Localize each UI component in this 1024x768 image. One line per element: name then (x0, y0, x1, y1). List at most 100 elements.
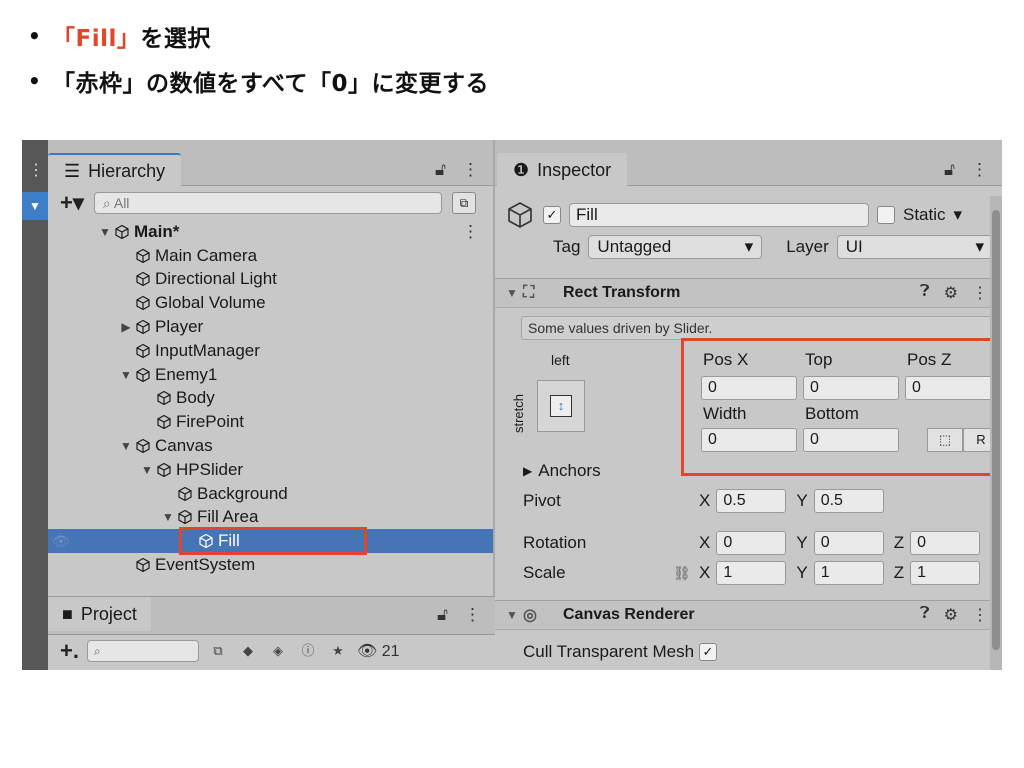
more-icon[interactable]: ⋮ (972, 605, 988, 625)
rotation-x-field[interactable]: 0 (716, 531, 787, 555)
help-icon[interactable]: ❓︎ (920, 605, 930, 625)
visibility-icon[interactable]: 👁︎ (52, 533, 70, 550)
hierarchy-item[interactable]: InputManager (48, 339, 493, 363)
gameobject-icon (156, 414, 172, 430)
inspector-scrollbar[interactable] (990, 196, 1002, 670)
lock-icon[interactable]: 🔓︎ (944, 160, 955, 180)
axis-y-label: Y (796, 533, 808, 552)
gameobject-icon (508, 202, 532, 228)
scale-y[interactable]: Y1 (796, 561, 884, 585)
add-button[interactable]: +. (60, 638, 79, 664)
more-icon[interactable]: ⋮ (972, 283, 988, 303)
layer-dropdown[interactable]: UI ▾ (836, 235, 993, 259)
axis-x-label: X (699, 533, 711, 552)
pivot-x-field[interactable]: 0.5 (716, 489, 787, 513)
search-filter-icon[interactable]: ⧉ (207, 640, 229, 662)
hierarchy-item[interactable]: 👁︎ Fill (48, 527, 493, 556)
hierarchy-item[interactable]: Main Camera (48, 244, 493, 268)
label-filter-icon[interactable]: ◈ (267, 640, 289, 662)
more-icon[interactable]: ⋮ (28, 160, 44, 180)
scale-y-field[interactable]: 1 (813, 561, 884, 585)
anchors-row[interactable]: ▶ Anchors (523, 458, 993, 484)
bullet-select-fill: • 「Fill」 を選択 (28, 16, 211, 56)
static-checkbox[interactable] (877, 206, 895, 224)
lock-icon[interactable]: 🔓︎ (437, 605, 448, 625)
more-icon[interactable]: ⋮ (464, 605, 481, 625)
anchor-preset[interactable]: left stretch ↕ (507, 350, 597, 450)
preset-icon[interactable]: ⚙︎ (944, 605, 958, 625)
foldout-arrow-icon[interactable]: ▼ (501, 608, 523, 622)
more-icon[interactable]: ⋮ (971, 160, 988, 180)
foldout-arrow-icon[interactable]: ▼ (138, 463, 156, 477)
scale-z[interactable]: Z1 (894, 561, 981, 585)
gameobject-icon (156, 462, 172, 478)
hierarchy-item[interactable]: ▼ Main* ⋮ (48, 220, 493, 244)
hierarchy-item[interactable]: ▼ Canvas (48, 434, 493, 458)
collapse-icon[interactable]: ▼ (22, 192, 48, 220)
hierarchy-search-input[interactable]: ⌕ All (93, 192, 442, 214)
foldout-arrow-icon[interactable]: ▼ (501, 286, 523, 300)
rotation-z-field[interactable]: 0 (910, 531, 981, 555)
layer-value: UI (845, 237, 863, 256)
anchor-stretch-label: stretch (511, 393, 527, 434)
bullet-set-zero: • 「赤枠」の数値をすべて「0」に変更する (28, 61, 489, 101)
tab-project[interactable]: ■ Project (48, 597, 151, 631)
star-icon[interactable]: ★ (327, 640, 349, 662)
pivot-y[interactable]: Y 0.5 (796, 489, 884, 513)
project-search-input[interactable]: ⌕ (86, 640, 199, 662)
rect-transform-icon: ⛶ (523, 284, 535, 301)
pivot-x[interactable]: X 0.5 (699, 489, 787, 513)
canvas-renderer-header[interactable]: ▼ ◎ Canvas Renderer ❓︎ ⚙︎ ⋮ (495, 600, 1002, 630)
scrollbar-thumb[interactable] (992, 210, 1000, 650)
lock-icon[interactable]: 🔓︎ (435, 160, 446, 180)
anchor-preset-box[interactable]: ↕ (537, 380, 585, 432)
type-filter-icon[interactable]: ◆ (237, 640, 259, 662)
search-icon: ⌕ (102, 195, 114, 211)
rotation-y-field[interactable]: 0 (813, 531, 884, 555)
rotation-y[interactable]: Y0 (796, 531, 884, 555)
hierarchy-item[interactable]: EventSystem (48, 553, 493, 577)
hierarchy-item[interactable]: Body (48, 387, 493, 411)
foldout-arrow-icon[interactable]: ▼ (96, 225, 114, 239)
tab-inspector[interactable]: ❶ Inspector (497, 153, 628, 187)
hierarchy-item[interactable]: FirePoint (48, 410, 493, 434)
hierarchy-item[interactable]: ▶ Player (48, 315, 493, 339)
static-dropdown-icon[interactable]: ▾ (954, 205, 963, 225)
rect-transform-header[interactable]: ▼ ⛶ Rect Transform ❓︎ ⚙︎ ⋮ (495, 278, 1002, 308)
hierarchy-item[interactable]: ▼ Enemy1 (48, 363, 493, 387)
scale-x[interactable]: X1 (699, 561, 787, 585)
pivot-y-field[interactable]: 0.5 (813, 489, 884, 513)
foldout-arrow-icon[interactable]: ▶ (523, 464, 532, 478)
rotation-x[interactable]: X0 (699, 531, 787, 555)
tag-dropdown[interactable]: Untagged ▾ (588, 235, 763, 259)
help-icon[interactable]: ❓︎ (920, 283, 930, 303)
foldout-arrow-icon[interactable]: ▼ (117, 368, 135, 382)
hierarchy-item[interactable]: ▼ HPSlider (48, 458, 493, 482)
rotation-z[interactable]: Z0 (894, 531, 981, 555)
active-checkbox[interactable]: ✓ (543, 206, 561, 224)
hierarchy-item[interactable]: ▼ Fill Area (48, 506, 493, 530)
more-icon[interactable]: ⋮ (462, 160, 479, 180)
scale-row: Scale ⛓︎ X1 Y1 Z1 (523, 560, 993, 586)
hierarchy-item[interactable]: Directional Light (48, 268, 493, 292)
object-name-field[interactable]: Fill (569, 203, 869, 227)
add-button[interactable]: +▾ (60, 190, 84, 216)
hierarchy-item[interactable]: Background (48, 482, 493, 506)
preset-icon[interactable]: ⚙︎ (944, 283, 958, 303)
foldout-arrow-icon[interactable]: ▼ (159, 510, 177, 524)
hierarchy-item-label: Canvas (155, 436, 213, 456)
anchor-icon: ↕ (550, 395, 572, 417)
tab-hierarchy[interactable]: ☰ Hierarchy (48, 153, 182, 187)
chevron-down-icon: ▾ (975, 237, 984, 256)
search-filter-button[interactable]: ⧉ (451, 192, 476, 214)
scale-z-field[interactable]: 1 (910, 561, 981, 585)
foldout-arrow-icon[interactable]: ▶ (117, 320, 135, 334)
scale-x-field[interactable]: 1 (716, 561, 787, 585)
hierarchy-item-label: InputManager (155, 340, 260, 360)
more-icon[interactable]: ⋮ (462, 222, 479, 242)
info-icon[interactable]: ⓘ (297, 640, 319, 662)
link-icon[interactable]: ⛓︎ (673, 565, 699, 582)
hierarchy-item[interactable]: Global Volume (48, 291, 493, 315)
foldout-arrow-icon[interactable]: ▼ (117, 439, 135, 453)
cull-checkbox[interactable]: ✓ (699, 643, 717, 661)
